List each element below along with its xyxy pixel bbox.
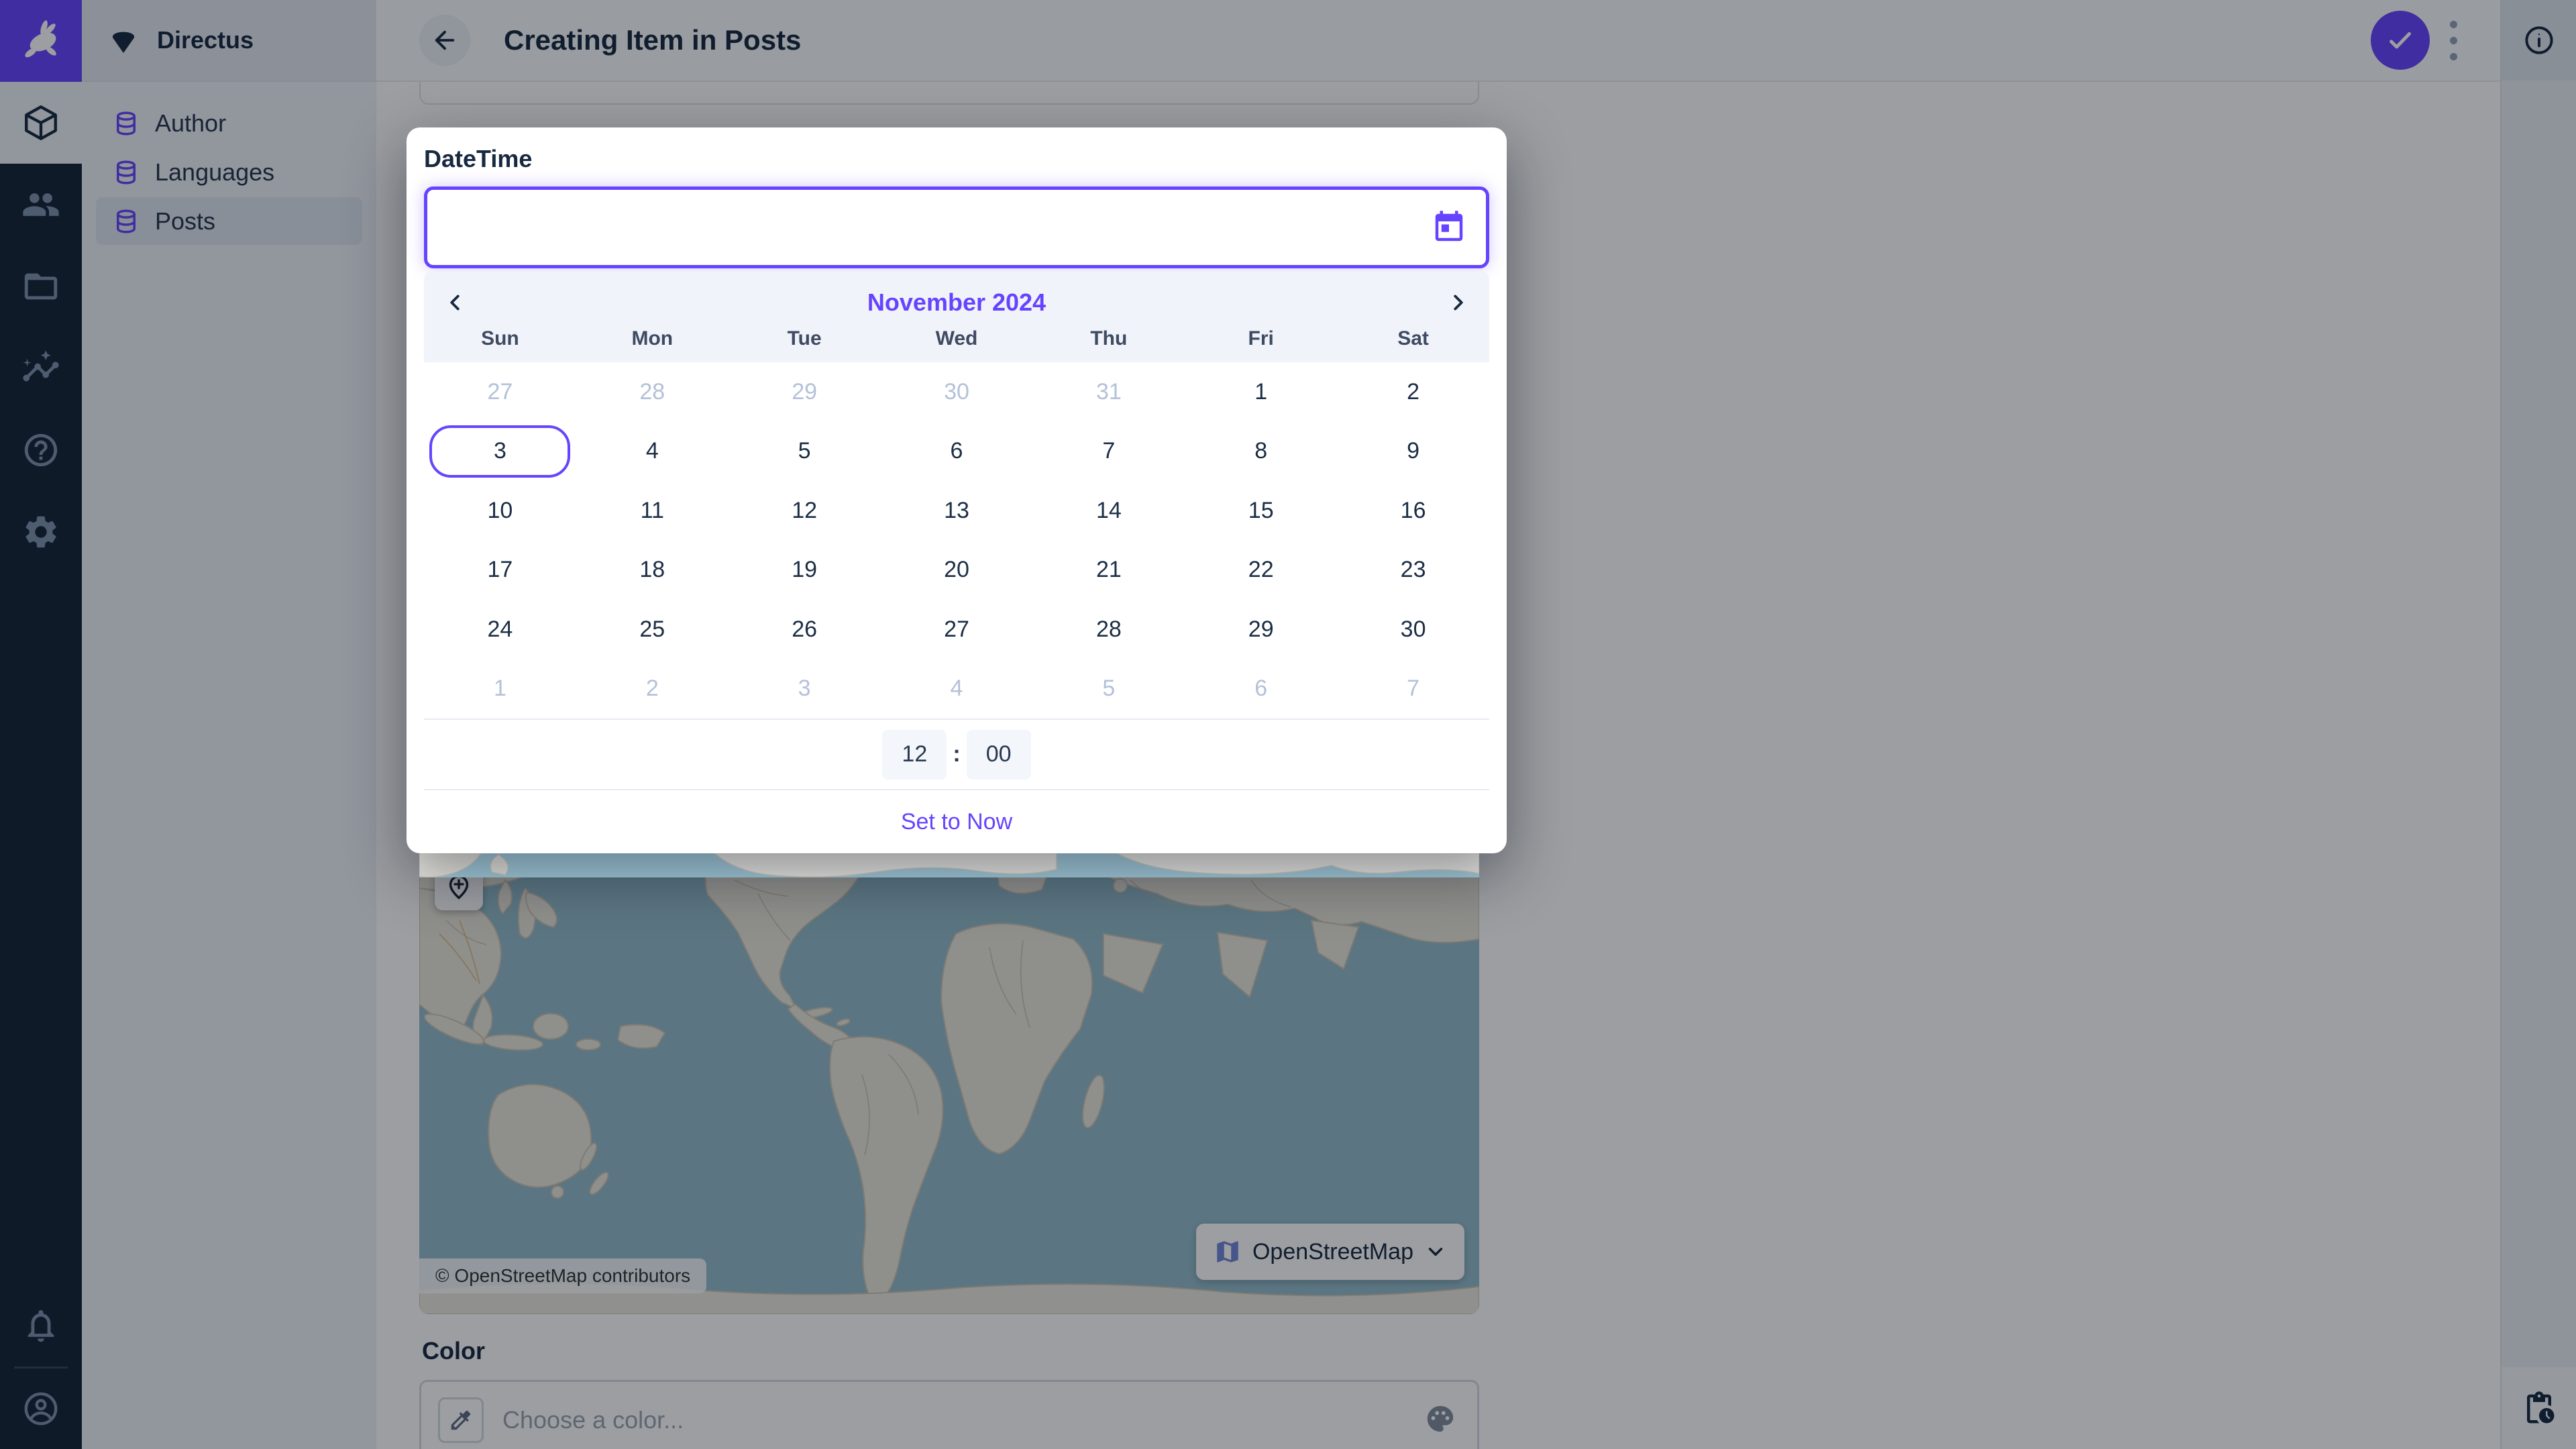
calendar-day[interactable]: 20: [881, 541, 1033, 600]
datetime-modal: DateTime November 2024 SunMonTueWedThuFr…: [407, 127, 1507, 853]
calendar-day[interactable]: 4: [881, 659, 1033, 719]
time-row: 12 : 00: [424, 720, 1489, 789]
calendar-day[interactable]: 1: [1185, 362, 1337, 422]
calendar-day[interactable]: 9: [1337, 422, 1489, 482]
datetime-input[interactable]: [427, 190, 1431, 265]
calendar-day[interactable]: 10: [424, 481, 576, 541]
calendar-day[interactable]: 8: [1185, 422, 1337, 482]
weekday-label: Mon: [576, 327, 729, 362]
calendar-day[interactable]: 4: [576, 422, 729, 482]
calendar-popover: November 2024 SunMonTueWedThuFriSat 2728…: [424, 272, 1489, 853]
weekday-label: Tue: [729, 327, 881, 362]
next-month-button[interactable]: [1442, 286, 1474, 319]
chevron-right-icon: [1446, 290, 1471, 315]
calendar-day[interactable]: 17: [424, 541, 576, 600]
calendar-day[interactable]: 27: [881, 600, 1033, 659]
weekday-label: Fri: [1185, 327, 1337, 362]
calendar-day[interactable]: 24: [424, 600, 576, 659]
calendar-day[interactable]: 15: [1185, 481, 1337, 541]
calendar-day[interactable]: 2: [576, 659, 729, 719]
datetime-field-label: DateTime: [424, 145, 532, 173]
calendar-day[interactable]: 29: [1185, 600, 1337, 659]
calendar-day[interactable]: 3: [729, 659, 881, 719]
map-top-strip: [419, 853, 1479, 877]
calendar-day[interactable]: 14: [1032, 481, 1185, 541]
calendar-day[interactable]: 30: [881, 362, 1033, 422]
weekday-label: Wed: [881, 327, 1033, 362]
calendar-day[interactable]: 1: [424, 659, 576, 719]
calendar-day[interactable]: 31: [1032, 362, 1185, 422]
calendar-day[interactable]: 13: [881, 481, 1033, 541]
hour-input[interactable]: 12: [882, 730, 947, 780]
calendar-day[interactable]: 29: [729, 362, 881, 422]
calendar-day[interactable]: 5: [1032, 659, 1185, 719]
calendar-day[interactable]: 25: [576, 600, 729, 659]
calendar-day[interactable]: 2: [1337, 362, 1489, 422]
calendar-day[interactable]: 3: [424, 422, 576, 482]
app-screen: Directus Author Languages Posts: [0, 0, 2576, 1449]
weekday-label: Sun: [424, 327, 576, 362]
today-outline: 3: [429, 425, 570, 478]
calendar-day[interactable]: 21: [1032, 541, 1185, 600]
calendar-header: November 2024 SunMonTueWedThuFriSat: [424, 272, 1489, 362]
calendar-day[interactable]: 18: [576, 541, 729, 600]
weekday-row: SunMonTueWedThuFriSat: [424, 327, 1489, 362]
calendar-day[interactable]: 19: [729, 541, 881, 600]
datetime-input-wrap: [424, 186, 1489, 268]
set-to-now-row: Set to Now: [424, 790, 1489, 853]
calendar-day-grid: 2728293031123456789101112131415161718192…: [424, 362, 1489, 718]
calendar-day[interactable]: 28: [576, 362, 729, 422]
minute-input[interactable]: 00: [967, 730, 1031, 780]
calendar-day[interactable]: 22: [1185, 541, 1337, 600]
calendar-day[interactable]: 11: [576, 481, 729, 541]
calendar-toggle-button[interactable]: [1431, 209, 1467, 246]
calendar-day[interactable]: 12: [729, 481, 881, 541]
calendar-day[interactable]: 16: [1337, 481, 1489, 541]
set-to-now-button[interactable]: Set to Now: [901, 809, 1012, 835]
calendar-day[interactable]: 6: [881, 422, 1033, 482]
weekday-label: Thu: [1032, 327, 1185, 362]
calendar-month-label[interactable]: November 2024: [424, 272, 1489, 329]
calendar-day[interactable]: 5: [729, 422, 881, 482]
calendar-day[interactable]: 6: [1185, 659, 1337, 719]
calendar-icon: [1431, 209, 1467, 246]
calendar-day[interactable]: 7: [1337, 659, 1489, 719]
calendar-day[interactable]: 28: [1032, 600, 1185, 659]
time-separator: :: [953, 741, 960, 767]
calendar-day[interactable]: 7: [1032, 422, 1185, 482]
weekday-label: Sat: [1337, 327, 1489, 362]
calendar-day[interactable]: 27: [424, 362, 576, 422]
calendar-day[interactable]: 26: [729, 600, 881, 659]
calendar-day[interactable]: 23: [1337, 541, 1489, 600]
calendar-day[interactable]: 30: [1337, 600, 1489, 659]
